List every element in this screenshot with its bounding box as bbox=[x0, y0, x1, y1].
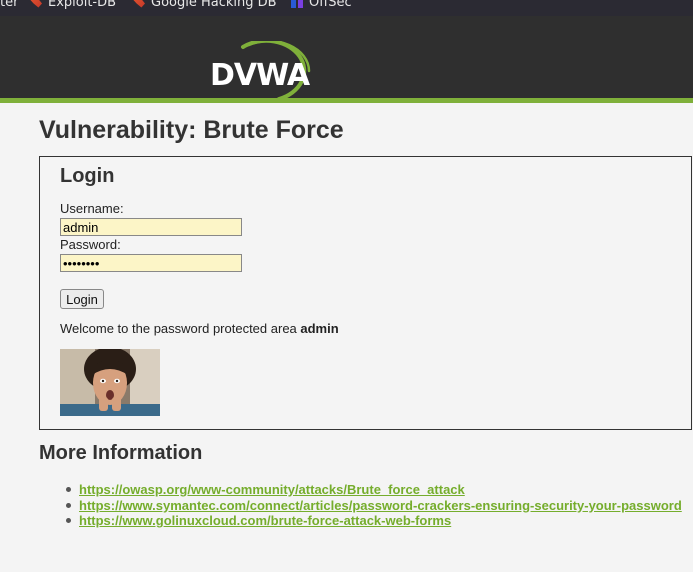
welcome-text: Welcome to the password protected area bbox=[60, 321, 301, 336]
bookmarks-bar: ter Exploit-DB Google Hacking DB OffSec bbox=[0, 0, 693, 16]
username-field[interactable] bbox=[60, 218, 242, 236]
kali-icon bbox=[133, 0, 145, 8]
offsec-icon bbox=[291, 0, 303, 8]
welcome-message: Welcome to the password protected area a… bbox=[60, 321, 339, 336]
dvwa-logo[interactable]: DVWA bbox=[209, 41, 317, 105]
golinuxcloud-link[interactable]: https://www.golinuxcloud.com/brute-force… bbox=[79, 513, 451, 528]
bookmark-label: Google Hacking DB bbox=[151, 0, 277, 10]
bookmark-label: Exploit-DB bbox=[48, 0, 117, 10]
bookmark-offsec[interactable]: OffSec bbox=[291, 0, 352, 10]
page-title: Vulnerability: Brute Force bbox=[39, 116, 344, 144]
username-label: Username: bbox=[60, 201, 124, 216]
site-header: DVWA bbox=[0, 16, 693, 101]
bookmark-label: ter bbox=[0, 0, 19, 10]
more-information-heading: More Information bbox=[39, 442, 203, 464]
welcome-username: admin bbox=[300, 321, 339, 336]
password-field[interactable] bbox=[60, 254, 242, 272]
bookmark-label: OffSec bbox=[309, 0, 352, 10]
vulnerability-content-box: Login Username: Password: Login Welcome … bbox=[39, 156, 692, 430]
owasp-link[interactable]: https://owasp.org/www-community/attacks/… bbox=[79, 482, 465, 497]
password-label: Password: bbox=[60, 237, 121, 252]
login-heading: Login bbox=[60, 165, 115, 187]
symantec-link[interactable]: https://www.symantec.com/connect/article… bbox=[79, 498, 682, 513]
kali-icon bbox=[30, 0, 42, 8]
bookmark-item[interactable]: ter bbox=[0, 0, 18, 10]
bookmark-exploit-db[interactable]: Exploit-DB bbox=[30, 0, 116, 10]
logo-text: DVWA bbox=[210, 58, 311, 93]
bookmark-google-hacking-db[interactable]: Google Hacking DB bbox=[133, 0, 277, 10]
login-button[interactable]: Login bbox=[60, 289, 104, 309]
user-avatar-photo bbox=[60, 349, 160, 416]
header-accent-line bbox=[0, 98, 693, 103]
